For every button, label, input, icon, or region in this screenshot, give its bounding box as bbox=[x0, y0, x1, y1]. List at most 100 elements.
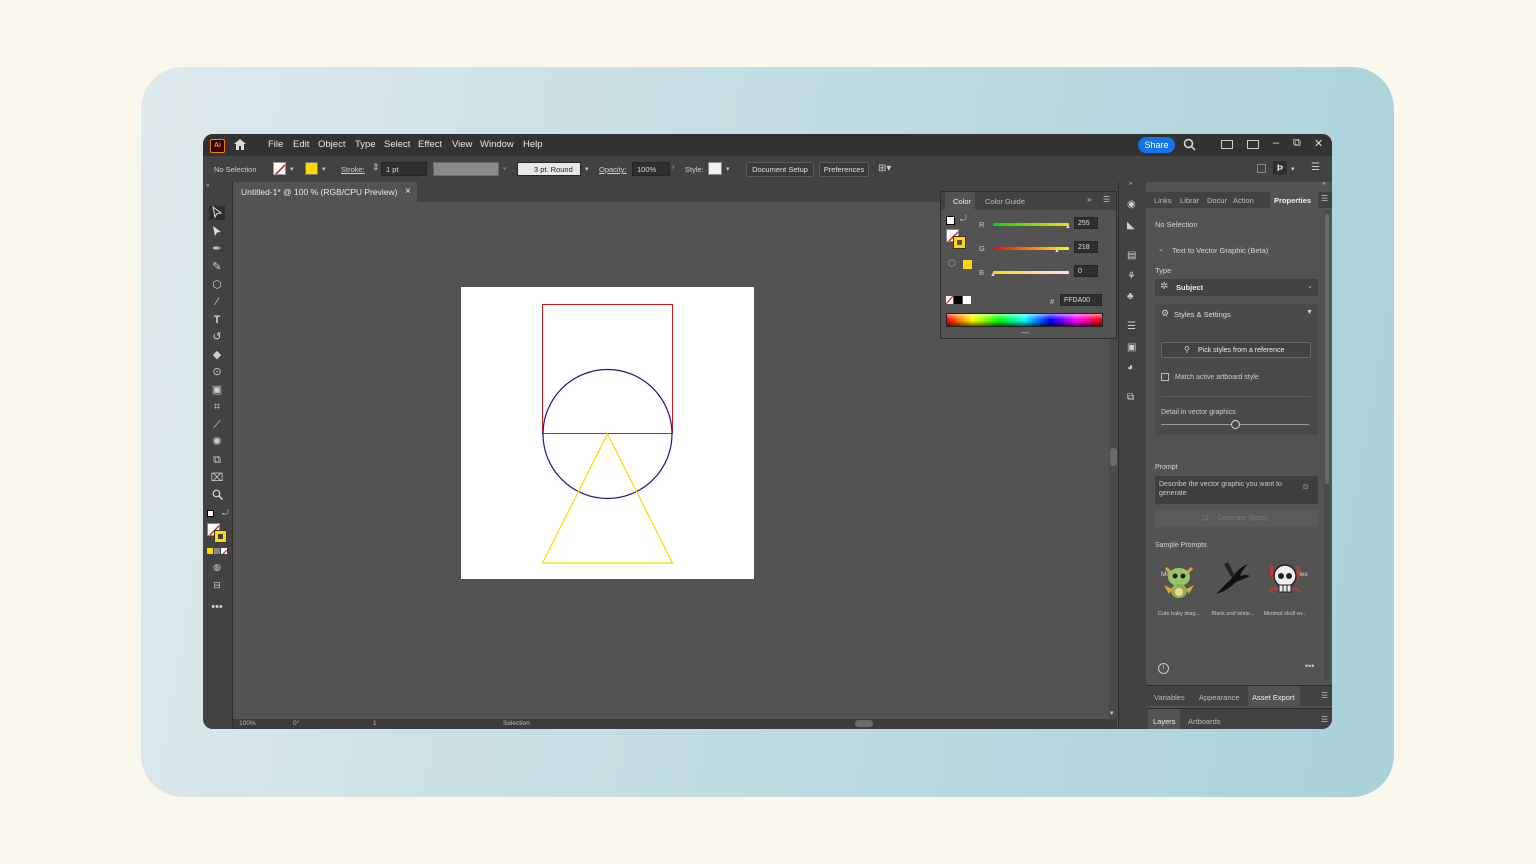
mini-fill-icon[interactable] bbox=[946, 216, 955, 225]
export-panel-icon[interactable]: ⧉ bbox=[1127, 392, 1134, 403]
panel-menu-icon[interactable]: ☰ bbox=[1321, 715, 1328, 724]
panel-menu-icon[interactable]: ☰ bbox=[1321, 194, 1328, 203]
tab-color-guide[interactable]: Color Guide bbox=[985, 197, 1025, 206]
b-value-field[interactable]: 0 bbox=[1074, 265, 1098, 277]
more-options-icon[interactable]: ••• bbox=[1305, 661, 1314, 671]
collapse-icon[interactable]: » bbox=[1129, 181, 1132, 187]
chevron-down-icon[interactable]: ▾ bbox=[322, 165, 326, 173]
collapse-icon[interactable]: » bbox=[1322, 181, 1325, 187]
menu-window[interactable]: Window bbox=[480, 139, 514, 150]
eyedropper-tool-icon[interactable]: ⟋ bbox=[209, 418, 225, 432]
color-guide-icon[interactable]: ◣ bbox=[1127, 220, 1135, 231]
style-swatch[interactable] bbox=[708, 162, 722, 175]
share-button[interactable]: Share bbox=[1138, 137, 1175, 153]
close-window-icon[interactable]: ✕ bbox=[1314, 137, 1323, 150]
preferences-button[interactable]: Preferences bbox=[819, 162, 869, 177]
swatches-icon[interactable]: ▤ bbox=[1127, 250, 1136, 261]
workspace-icon[interactable] bbox=[1247, 140, 1259, 149]
lightbulb-icon[interactable]: ☼ bbox=[1301, 481, 1310, 492]
stroke-color-icon[interactable] bbox=[953, 236, 966, 249]
close-tab-icon[interactable]: × bbox=[405, 182, 411, 202]
white-swatch[interactable] bbox=[963, 296, 971, 304]
menu-object[interactable]: Object bbox=[318, 139, 345, 150]
sample-skull-thumbnail[interactable] bbox=[1264, 558, 1306, 600]
panel-menu-icon[interactable]: ☰ bbox=[1103, 195, 1110, 204]
tab-variables[interactable]: Variables bbox=[1154, 693, 1185, 702]
search-icon[interactable] bbox=[1183, 138, 1196, 153]
arrange-documents-icon[interactable] bbox=[1221, 140, 1233, 149]
paintbrush-tool-icon[interactable]: ⁄ bbox=[209, 295, 225, 309]
fill-swatch-none[interactable] bbox=[273, 162, 286, 175]
r-value-field[interactable]: 255 bbox=[1074, 217, 1098, 229]
artboard-tool-icon[interactable]: ⌧ bbox=[209, 471, 225, 485]
gradient-panel-icon[interactable]: ▣ bbox=[1127, 342, 1136, 353]
menu-effect[interactable]: Effect bbox=[418, 139, 442, 150]
chevron-down-icon[interactable]: ▾ bbox=[503, 165, 507, 173]
swap-colors-icon[interactable]: ⤾ bbox=[222, 508, 229, 518]
chevron-down-icon[interactable]: ▾ bbox=[585, 165, 589, 173]
sample-dragon-thumbnail[interactable] bbox=[1158, 558, 1200, 600]
slider-handle-icon[interactable]: ▲ bbox=[1065, 224, 1071, 230]
brush-definition-field[interactable]: 3 pt. Round bbox=[517, 162, 581, 176]
mesh-tool-icon[interactable]: ⌗ bbox=[209, 400, 225, 414]
type-tool-icon[interactable]: T bbox=[209, 313, 225, 327]
default-colors-icon[interactable] bbox=[207, 510, 214, 517]
blend-tool-icon[interactable]: ✺ bbox=[209, 435, 225, 449]
stroke-label[interactable]: Stroke: bbox=[341, 165, 365, 174]
prompt-input[interactable]: Describe the vector graphic you want to … bbox=[1155, 476, 1318, 504]
symbols-icon[interactable]: ♣ bbox=[1127, 291, 1134, 302]
right-scrollbar[interactable] bbox=[1324, 210, 1330, 680]
pick-styles-button[interactable]: ⚲ Pick styles from a reference bbox=[1161, 342, 1311, 358]
panel-menu-icon[interactable]: ☰ bbox=[1321, 691, 1328, 700]
selection-tool-icon[interactable] bbox=[209, 205, 225, 220]
shape-tool-icon[interactable]: ⬡ bbox=[209, 278, 225, 292]
document-tab[interactable]: Untitled-1* @ 100 % (RGB/CPU Preview) × bbox=[233, 182, 417, 202]
color-spectrum[interactable] bbox=[946, 313, 1103, 327]
sample-bird-thumbnail[interactable] bbox=[1212, 558, 1254, 600]
slider-handle-icon[interactable]: ▲ bbox=[990, 272, 996, 278]
screen-mode-icon[interactable]: ⊟ bbox=[209, 578, 225, 592]
menu-edit[interactable]: Edit bbox=[293, 139, 309, 150]
stroke-weight-field[interactable]: 1 pt bbox=[381, 162, 427, 176]
hex-field[interactable]: FFDA00 bbox=[1060, 294, 1102, 306]
slider-handle-icon[interactable]: ▲ bbox=[1054, 248, 1060, 254]
eraser-tool-icon[interactable]: ◆ bbox=[209, 348, 225, 362]
document-setup-button[interactable]: Document Setup bbox=[746, 162, 814, 177]
rotate-tool-icon[interactable]: ↺ bbox=[209, 330, 225, 344]
menu-view[interactable]: View bbox=[452, 139, 472, 150]
stroke-swatch[interactable] bbox=[305, 162, 318, 175]
tab-artboards[interactable]: Artboards bbox=[1188, 717, 1221, 726]
stroke-color-icon[interactable] bbox=[214, 530, 227, 543]
zoom-field[interactable]: 100% bbox=[239, 720, 256, 727]
scroll-down-icon[interactable]: ▾ bbox=[1110, 709, 1114, 717]
out-of-gamut-icon[interactable]: ⬡ bbox=[948, 258, 956, 269]
menu-select[interactable]: Select bbox=[384, 139, 410, 150]
curvature-tool-icon[interactable]: ✎ bbox=[209, 260, 225, 274]
tab-links[interactable]: Links bbox=[1154, 196, 1172, 205]
generate-button[interactable]: ⊡ Generate (Beta) bbox=[1155, 510, 1318, 527]
lasso-tool-icon[interactable]: ⊙ bbox=[209, 365, 225, 379]
stepper-icon[interactable]: ⇕ bbox=[372, 162, 380, 173]
opacity-field[interactable]: 100% bbox=[632, 162, 670, 176]
menu-icon[interactable]: ☰ bbox=[1311, 162, 1320, 173]
resize-handle-icon[interactable]: •••• bbox=[1021, 331, 1029, 337]
black-swatch[interactable] bbox=[954, 296, 962, 304]
tab-libraries[interactable]: Librar bbox=[1180, 196, 1199, 205]
tab-properties[interactable]: Properties bbox=[1270, 192, 1318, 208]
pen-tool-icon[interactable]: ✒ bbox=[209, 242, 225, 256]
arrange-icon[interactable] bbox=[1257, 164, 1266, 173]
direct-selection-tool-icon[interactable] bbox=[209, 225, 225, 239]
scroll-thumb[interactable] bbox=[1110, 448, 1117, 466]
rotation-field[interactable]: 0° bbox=[293, 720, 299, 727]
gradient-tool-icon[interactable]: ▣ bbox=[209, 383, 225, 397]
home-icon[interactable] bbox=[233, 138, 247, 153]
tab-appearance[interactable]: Appearance bbox=[1199, 693, 1239, 702]
menu-type[interactable]: Type bbox=[355, 139, 376, 150]
variable-width-field[interactable] bbox=[433, 162, 499, 176]
tab-document[interactable]: Docur bbox=[1207, 196, 1227, 205]
brushes-icon[interactable]: ⚘ bbox=[1127, 271, 1136, 282]
r-slider[interactable] bbox=[993, 223, 1069, 226]
collapse-icon[interactable]: » bbox=[206, 183, 209, 189]
horizontal-scroll-thumb[interactable] bbox=[855, 720, 873, 727]
opacity-label[interactable]: Opacity: bbox=[599, 165, 627, 174]
